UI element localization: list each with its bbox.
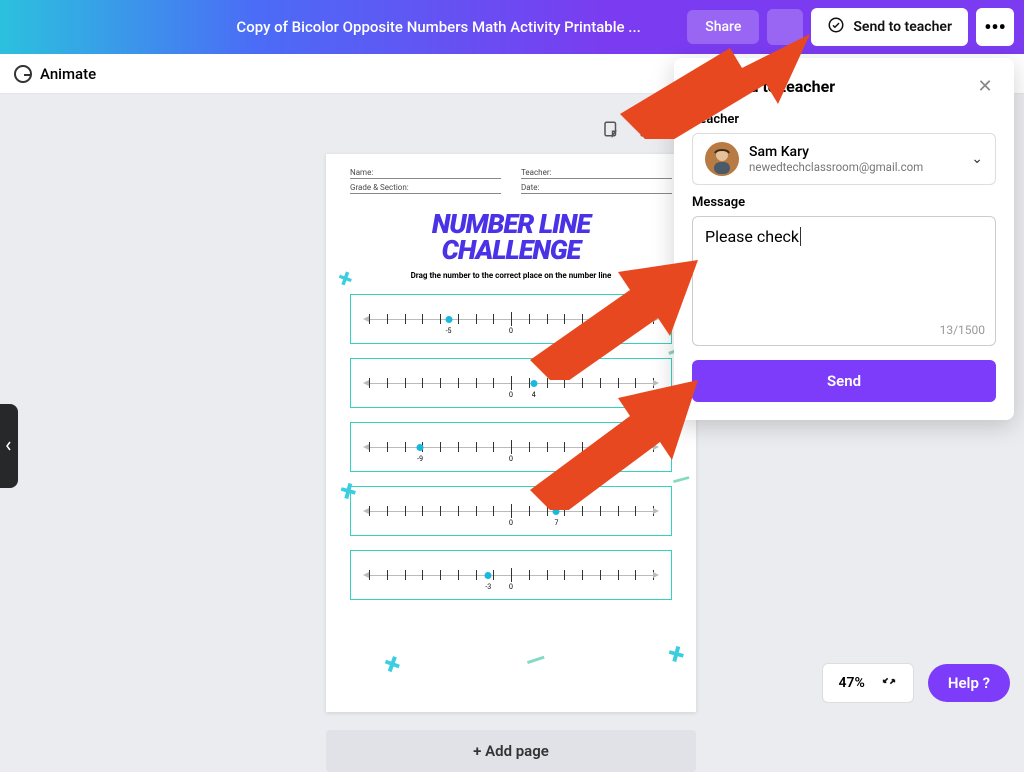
annotation-arrow <box>530 380 700 510</box>
plus-decoration-icon: + <box>379 645 406 683</box>
message-text: Please check <box>705 227 801 246</box>
message-field-label: Message <box>692 195 996 210</box>
worksheet-date-field: Date: <box>521 183 672 194</box>
help-button[interactable]: Help ? <box>928 664 1010 702</box>
annotation-arrow <box>620 34 810 139</box>
animate-label: Animate <box>40 65 96 83</box>
chevron-down-icon: ⌄ <box>971 151 983 167</box>
bottom-controls: 47% Help ? <box>822 663 1010 703</box>
zoom-level-label: 47% <box>839 675 865 691</box>
teacher-selector[interactable]: Sam Kary newedtechclassroom@gmail.com ⌄ <box>692 133 996 185</box>
animate-button[interactable]: Animate <box>14 65 96 83</box>
send-to-teacher-button[interactable]: Send to teacher <box>811 8 968 46</box>
zoom-control[interactable]: 47% <box>822 663 914 703</box>
minus-decoration-icon: — <box>522 644 550 679</box>
worksheet-grade-field: Grade & Section: <box>350 183 501 194</box>
worksheet-title: NUMBER LINE CHALLENGE <box>350 212 672 263</box>
fullscreen-icon[interactable] <box>881 673 897 693</box>
close-icon[interactable]: ✕ <box>974 75 996 97</box>
animate-icon <box>14 65 32 83</box>
annotation-arrow <box>530 260 700 380</box>
number-line: 0-3 <box>350 550 672 600</box>
plus-decoration-icon: + <box>663 635 688 673</box>
teacher-email: newedtechclassroom@gmail.com <box>749 160 961 174</box>
message-input[interactable]: Please check 13/1500 <box>692 216 996 346</box>
check-circle-icon <box>827 16 845 38</box>
notes-icon[interactable] <box>600 118 622 140</box>
top-bar: Copy of Bicolor Opposite Numbers Math Ac… <box>0 0 1024 54</box>
add-page-button[interactable]: + Add page <box>326 730 696 772</box>
teacher-name: Sam Kary <box>749 144 961 160</box>
worksheet-name-field: Name: <box>350 168 501 179</box>
teacher-avatar <box>705 142 739 176</box>
worksheet-teacher-field: Teacher: <box>521 168 672 179</box>
document-title: Copy of Bicolor Opposite Numbers Math Ac… <box>10 18 687 36</box>
expand-sidebar-tab[interactable] <box>0 404 18 488</box>
send-button[interactable]: Send <box>692 360 996 402</box>
message-char-count: 13/1500 <box>940 323 985 337</box>
send-to-teacher-label: Send to teacher <box>853 19 952 35</box>
more-actions-button[interactable]: ••• <box>976 8 1014 46</box>
